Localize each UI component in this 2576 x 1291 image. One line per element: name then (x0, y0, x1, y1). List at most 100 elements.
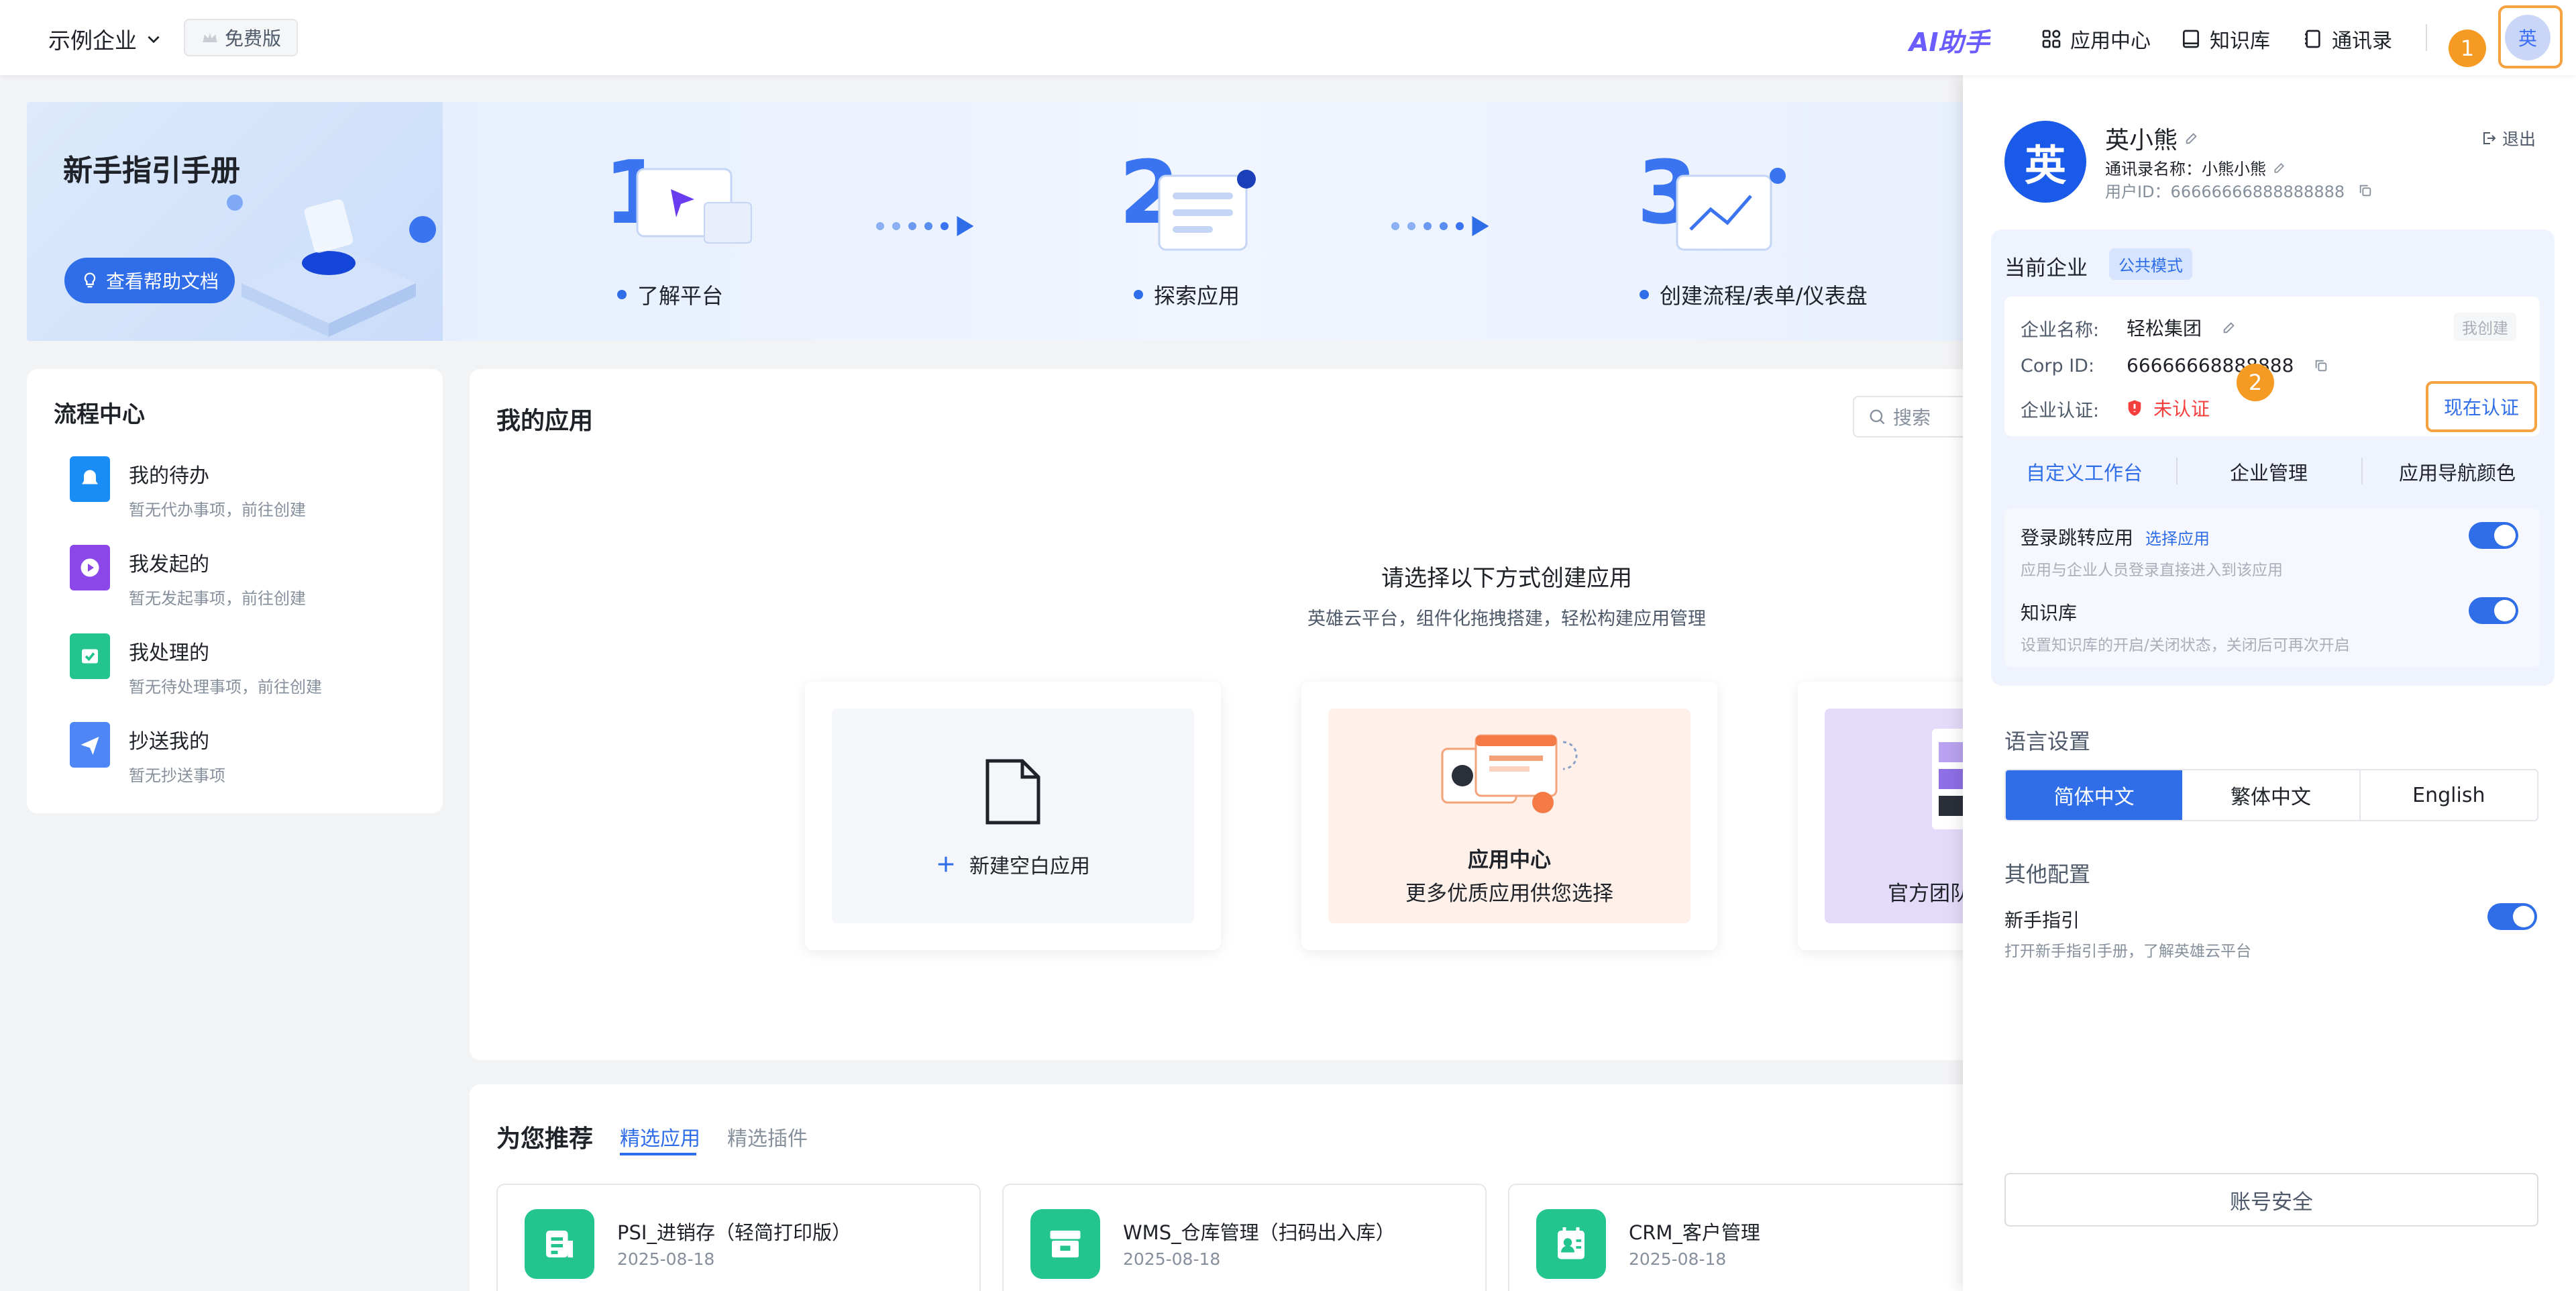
select-app-link[interactable]: 选择应用 (2145, 525, 2210, 549)
ai-assistant-logo[interactable]: AI助手 (1909, 21, 1990, 58)
login-redirect-row: 登录跳转应用 选择应用 (2021, 523, 2210, 550)
step-badge-1: 1 (2449, 30, 2486, 67)
edit-icon (2274, 162, 2285, 172)
flow-item-name: 我处理的 (129, 641, 209, 665)
rec-card-psi[interactable]: PSI_进销存（轻简打印版） 2025-08-18 (496, 1184, 981, 1291)
search-placeholder: 搜索 (1893, 407, 1931, 429)
new-blank-app-card[interactable]: 新建空白应用 (805, 682, 1221, 950)
copy-icon[interactable] (2314, 358, 2328, 373)
chevron-down-icon (148, 36, 160, 44)
logout-label: 退出 (2502, 130, 2536, 149)
drawer-user-name[interactable]: 英小熊 (2105, 121, 2199, 156)
step-explore-apps[interactable]: 探索应用 (1134, 279, 1240, 310)
search-icon (1870, 409, 1885, 425)
user-id-row: 用户ID：66666666888888888 (2105, 178, 2373, 202)
verify-now-button[interactable]: 现在认证 (2426, 381, 2537, 432)
user-drawer: 英 英小熊 退出 通讯录名称：小熊小熊 用户ID：666666668888888… (1963, 75, 2576, 1291)
guide-title: 新手指引手册 (63, 154, 240, 188)
company-switcher[interactable]: 示例企业 (48, 23, 162, 55)
nav-knowledge-base[interactable]: 知识库 (2180, 24, 2270, 54)
edit-icon (2186, 133, 2197, 144)
flow-item-name: 抄送我的 (129, 730, 209, 754)
lang-traditional-chinese[interactable]: 繁体中文 (2182, 770, 2359, 820)
nav-app-center[interactable]: 应用中心 (2041, 24, 2151, 54)
plan-badge[interactable]: 免费版 (184, 19, 298, 56)
step-arrow-1 (876, 216, 974, 236)
current-company-title: 当前企业 (2004, 256, 2088, 280)
app-center-sub: 更多优质应用供您选择 (1405, 882, 1613, 906)
crown-icon (203, 33, 217, 42)
step-create-flow[interactable]: 创建流程/表单/仪表盘 (1640, 279, 1868, 310)
flow-item-sub: 暂无待处理事项，前往创建 (129, 678, 322, 696)
app-center-illustration (1441, 734, 1578, 813)
flow-item-initiated[interactable]: 我发起的 暂无发起事项，前往创建 (70, 545, 306, 609)
rec-name: CRM_客户管理 (1629, 1221, 1760, 1244)
lightbulb-icon (84, 272, 96, 288)
knowledge-base-sub: 设置知识库的开启/关闭状态，关闭后可再次开启 (2021, 637, 2350, 654)
cert-label: 企业认证: (2021, 401, 2100, 421)
tab-featured-apps[interactable]: 精选应用 (620, 1122, 700, 1151)
drawer-avatar: 英 (2004, 121, 2086, 203)
flow-center-panel: 流程中心 我的待办 暂无代办事项，前往创建 我发起的 暂无发起事项，前往创建 我处理… (27, 369, 443, 813)
corp-id-row: 66666668888888 (2127, 354, 2328, 376)
logout-button[interactable]: 退出 (2481, 126, 2536, 150)
step-learn-platform[interactable]: 了解平台 (617, 279, 723, 310)
nav-label: 应用中心 (2070, 30, 2151, 53)
guide-banner: 新手指引手册 查看帮助文档 1 2 3 了解平台 探索应用 创建流程/表单/仪表… (27, 102, 1972, 341)
flow-center-title: 流程中心 (54, 401, 145, 428)
mode-tag: 公共模式 (2109, 248, 2192, 280)
avatar-highlight (2498, 5, 2563, 68)
language-title: 语言设置 (2004, 729, 2091, 754)
lang-simplified-chinese[interactable]: 简体中文 (2006, 770, 2183, 820)
plan-label: 免费版 (224, 28, 281, 50)
help-docs-label: 查看帮助文档 (105, 270, 219, 293)
guide-card: 新手指引手册 查看帮助文档 (27, 102, 443, 341)
account-security-button[interactable]: 账号安全 (2004, 1173, 2538, 1227)
flow-item-cc[interactable]: 抄送我的 暂无抄送事项 (70, 722, 225, 786)
rec-date: 2025-08-18 (1123, 1249, 1221, 1269)
document-icon (525, 1209, 594, 1279)
step-dot (1640, 290, 1649, 299)
flow-item-sub: 暂无代办事项，前往创建 (129, 501, 306, 519)
flow-item-my-todo[interactable]: 我的待办 暂无代办事项，前往创建 (70, 456, 306, 520)
step-badge-2: 2 (2237, 364, 2274, 401)
tab-featured-plugins[interactable]: 精选插件 (727, 1122, 808, 1151)
user-id: 用户ID：66666666888888888 (2105, 183, 2345, 201)
document-icon (985, 759, 1040, 825)
bell-icon (70, 456, 110, 502)
create-prompt: 请选择以下方式创建应用 (1381, 565, 1632, 592)
step-label: 了解平台 (637, 283, 724, 309)
rec-card-wms[interactable]: WMS_仓库管理（扫码出入库） 2025-08-18 (1002, 1184, 1487, 1291)
rec-date: 2025-08-18 (1629, 1249, 1727, 1269)
new-blank-app-label: 新建空白应用 (969, 855, 1090, 878)
copy-icon[interactable] (2358, 183, 2373, 198)
contact-name-row[interactable]: 通讯录名称：小熊小熊 (2105, 156, 2286, 179)
custom-workbench-link[interactable]: 自定义工作台 (2026, 458, 2143, 486)
step-illustration-create: 3 (1637, 142, 1786, 251)
grid-icon (2042, 30, 2061, 48)
company-name-row[interactable]: 轻松集团 (2127, 314, 2237, 341)
step-arrow-2 (1391, 216, 1489, 236)
nav-contacts[interactable]: 通讯录 (2302, 24, 2392, 54)
help-docs-button[interactable]: 查看帮助文档 (64, 258, 235, 303)
nav-color-link[interactable]: 应用导航颜色 (2399, 458, 2516, 486)
other-config-title: 其他配置 (2004, 862, 2091, 887)
company-manage-link[interactable]: 企业管理 (2230, 458, 2308, 486)
book-icon (2183, 30, 2199, 48)
knowledge-base-toggle[interactable] (2469, 597, 2518, 624)
rec-card-crm[interactable]: CRM_客户管理 2025-08-18 (1508, 1184, 1992, 1291)
create-prompt-sub: 英雄云平台，组件化拖拽搭建，轻松构建应用管理 (1307, 609, 1706, 629)
rec-name: WMS_仓库管理（扫码出入库） (1123, 1221, 1395, 1244)
new-user-guide-sub: 打开新手指引手册，了解英雄云平台 (2004, 943, 2251, 960)
flow-item-processed[interactable]: 我处理的暂无待处理事项，前往创建 (70, 633, 322, 697)
edit-icon (2223, 322, 2235, 333)
play-icon (70, 545, 110, 590)
tab-underline (620, 1153, 696, 1155)
login-redirect-title: 登录跳转应用 (2021, 527, 2134, 549)
lang-english[interactable]: English (2359, 770, 2537, 820)
play-arrow-icon (957, 216, 974, 236)
official-team-card[interactable]: 官方团队 (1798, 682, 1972, 950)
app-center-card[interactable]: 应用中心 更多优质应用供您选择 (1301, 682, 1717, 950)
new-user-guide-toggle[interactable] (2487, 903, 2537, 930)
login-redirect-toggle[interactable] (2469, 522, 2518, 549)
